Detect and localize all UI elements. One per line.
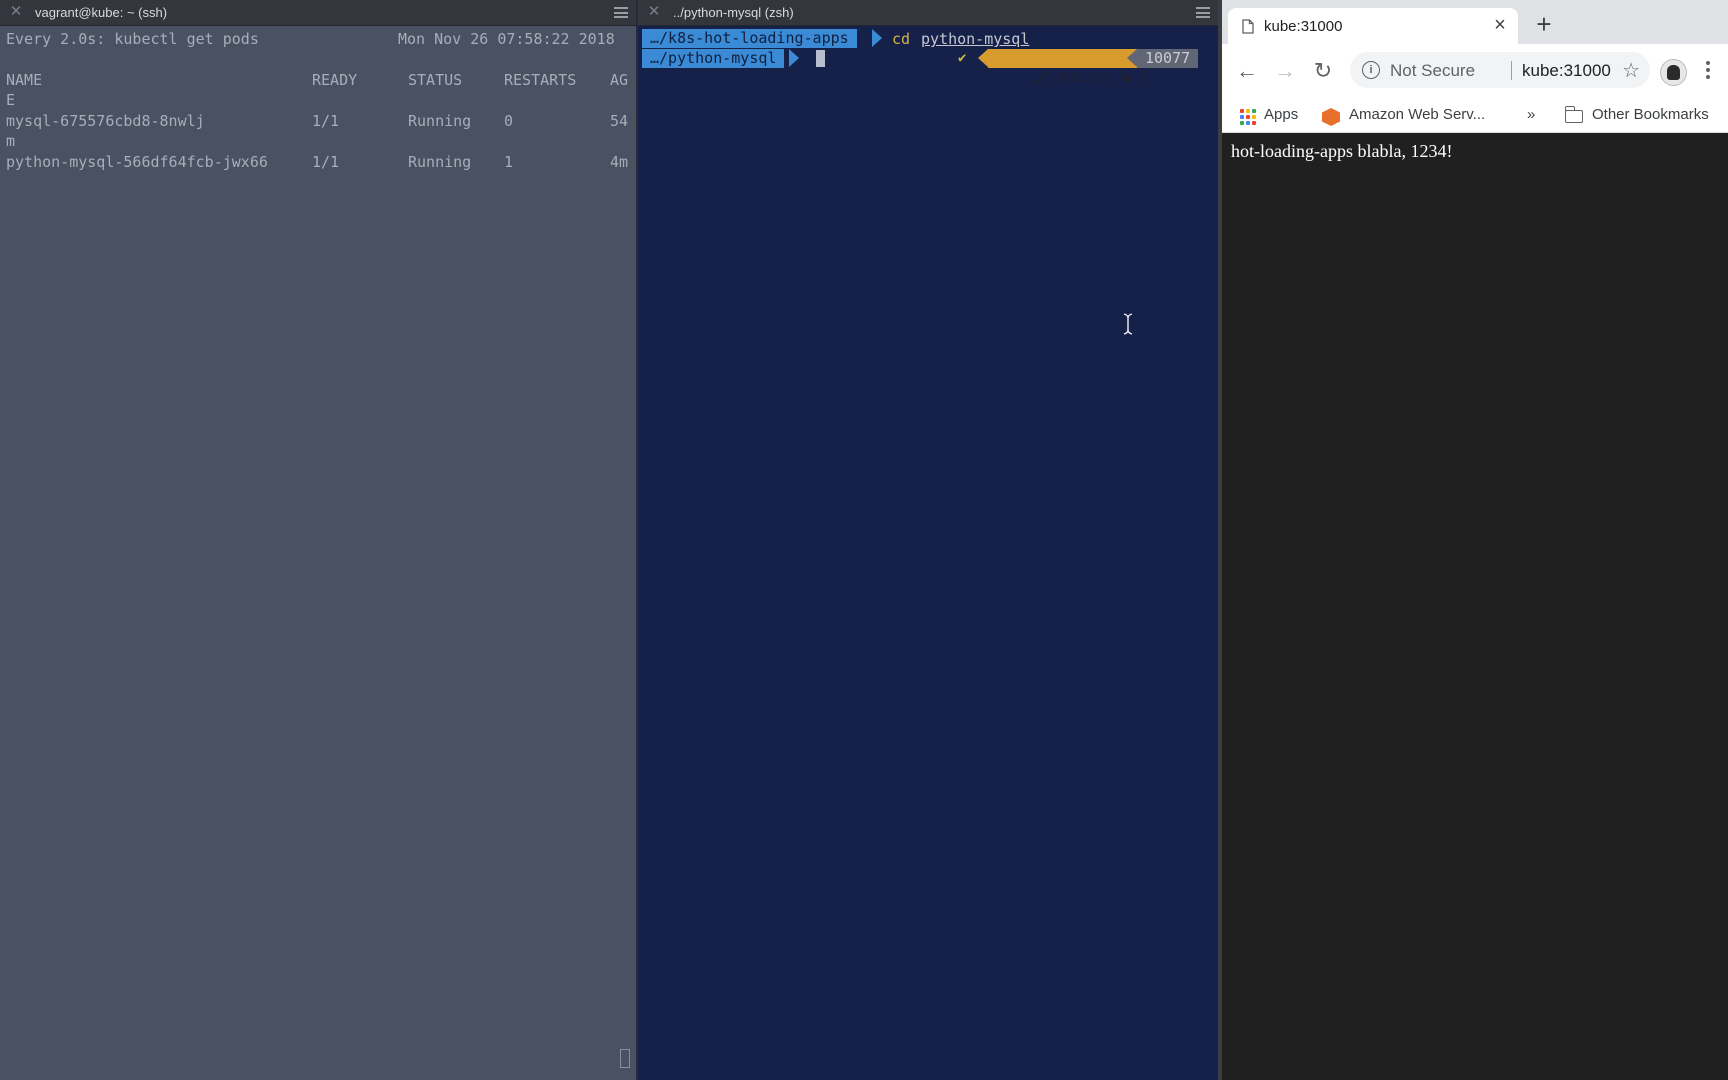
bookmark-apps[interactable]: Apps (1264, 106, 1298, 123)
avatar[interactable] (1660, 59, 1687, 86)
forward-arrow-icon[interactable]: → (1272, 58, 1298, 84)
close-icon[interactable]: × (1490, 14, 1510, 37)
status-check-icon: ✔ (958, 50, 967, 66)
browser-tab-title: kube:31000 (1264, 18, 1343, 35)
hamburger-menu-icon[interactable] (614, 7, 628, 18)
terminal-cursor-icon (816, 50, 825, 67)
column-header-ready: READY (312, 71, 358, 89)
column-header-name: NAME (6, 71, 43, 89)
page-icon (1242, 19, 1254, 34)
watch-header: Every 2.0s: kubectl get pods (6, 30, 259, 48)
pod-age: 54 (610, 112, 629, 130)
prompt-path-segment: …/python-mysql (642, 49, 785, 68)
info-icon[interactable]: i (1362, 61, 1380, 79)
terminal-tab-bar: ✕ vagrant@kube: ~ (ssh) (0, 0, 636, 26)
pod-name: mysql-675576cbd8-8nwlj (6, 112, 205, 130)
kebab-menu-icon[interactable] (1706, 61, 1710, 82)
pod-age: 4m (610, 153, 629, 171)
history-number-segment: 10077 (1137, 49, 1199, 68)
mouse-ibeam-cursor-icon (1123, 313, 1133, 335)
column-header-status: STATUS (408, 71, 463, 89)
browser-tab[interactable]: kube:31000 × (1228, 8, 1518, 44)
star-icon[interactable]: ☆ (1622, 58, 1640, 83)
close-icon[interactable]: ✕ (646, 3, 662, 21)
page-content: hot-loading-apps blabla, 1234! (1222, 133, 1728, 1080)
terminal-pane-zsh[interactable]: ✕ ../python-mysql (zsh) …/k8s-hot-loadin… (638, 0, 1218, 1080)
new-tab-icon[interactable]: + (1532, 9, 1556, 40)
powerline-arrow-icon (1127, 49, 1137, 67)
pod-name: python-mysql-566df64fcb-jwx66 (6, 153, 268, 171)
hamburger-menu-icon[interactable] (1196, 7, 1210, 18)
omnibox-separator (1511, 61, 1512, 80)
git-branch-icon: ⎇ (1032, 68, 1059, 86)
column-header-age: AG (610, 71, 629, 89)
pod-status: Running (408, 153, 472, 171)
git-branch-label: master ● ? (1058, 68, 1149, 86)
powerline-arrow-icon (978, 49, 988, 67)
page-body-text: hot-loading-apps blabla, 1234! (1231, 141, 1453, 161)
browser-toolbar: ← → ↻ i Not Secure kube:31000 ☆ (1222, 44, 1728, 100)
aws-icon[interactable] (1322, 108, 1340, 126)
powerline-arrow-icon (872, 29, 882, 47)
browser-tab-strip: kube:31000 × + (1222, 0, 1728, 44)
browser-window: kube:31000 × + ← → ↻ i Not Secure kube:3… (1222, 0, 1728, 1080)
folder-icon[interactable] (1564, 106, 1583, 123)
pod-status: Running (408, 112, 472, 130)
terminal-cursor-icon (620, 1049, 630, 1068)
bookmark-aws[interactable]: Amazon Web Serv... (1349, 106, 1485, 123)
pod-restarts: 0 (504, 112, 514, 130)
security-label[interactable]: Not Secure (1390, 61, 1475, 81)
command-argument: python-mysql (921, 30, 1030, 48)
column-header-age-wrap: E (6, 91, 16, 109)
bookmark-other[interactable]: Other Bookmarks (1592, 106, 1709, 123)
prompt-path-segment: …/k8s-hot-loading-apps (642, 29, 857, 48)
apps-grid-icon[interactable] (1240, 109, 1256, 125)
column-header-restarts: RESTARTS (504, 71, 577, 89)
bookmarks-overflow-button[interactable]: » (1527, 106, 1535, 123)
back-arrow-icon[interactable]: ← (1234, 58, 1260, 84)
url-text[interactable]: kube:31000 (1522, 61, 1611, 81)
pod-ready: 1/1 (312, 153, 340, 171)
reload-icon[interactable]: ↻ (1310, 58, 1336, 84)
command-name: cd (892, 30, 911, 48)
pod-ready: 1/1 (312, 112, 340, 130)
bookmarks-bar: Apps Amazon Web Serv... » Other Bookmark… (1222, 100, 1728, 133)
terminal-tab-bar: ✕ ../python-mysql (zsh) (638, 0, 1218, 26)
powerline-arrow-icon (789, 49, 799, 67)
pod-restarts: 1 (504, 153, 514, 171)
pod-age-wrap: m (6, 132, 16, 150)
terminal-pane-watch[interactable]: ✕ vagrant@kube: ~ (ssh) Every 2.0s: kube… (0, 0, 636, 1080)
address-bar[interactable]: i Not Secure kube:31000 ☆ (1350, 52, 1650, 88)
terminal-tab-title[interactable]: vagrant@kube: ~ (ssh) (35, 5, 167, 20)
terminal-tab-title[interactable]: ../python-mysql (zsh) (673, 5, 794, 20)
close-icon[interactable]: ✕ (8, 3, 24, 21)
watch-timestamp: Mon Nov 26 07:58:22 2018 (398, 30, 615, 48)
